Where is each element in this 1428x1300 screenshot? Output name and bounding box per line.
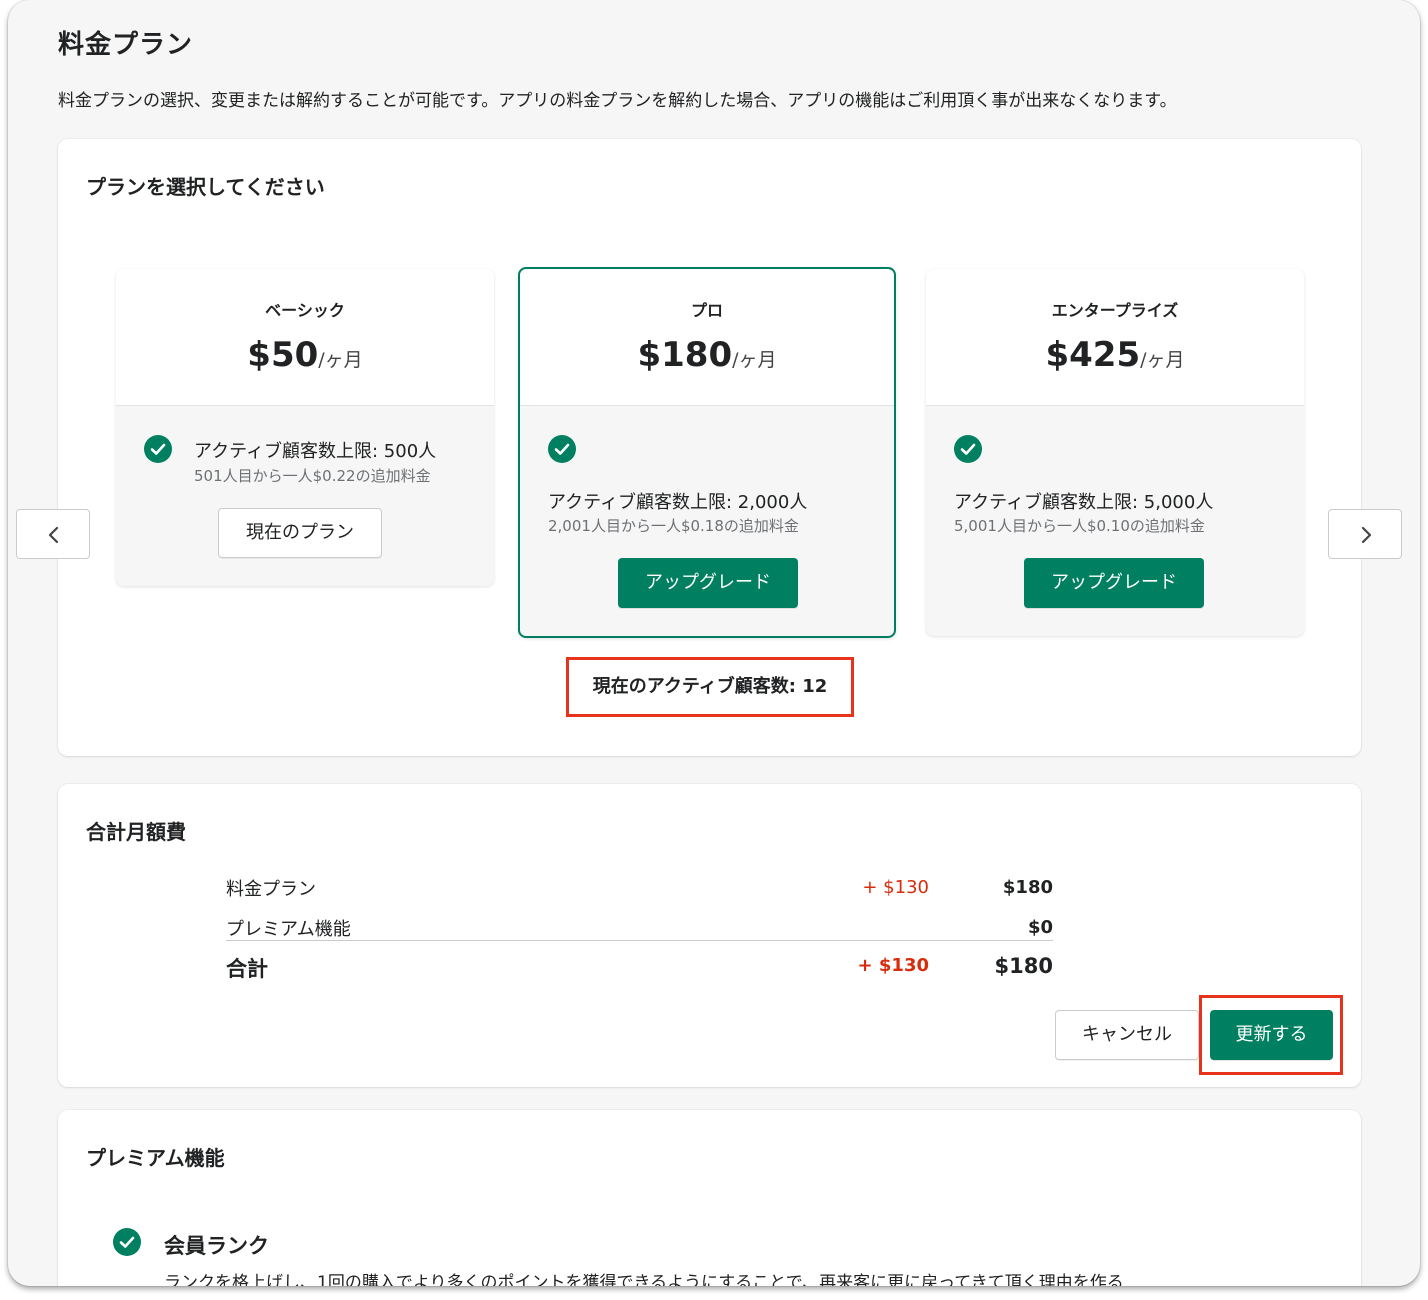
check-circle-icon bbox=[144, 435, 172, 463]
plan-card-basic: ベーシック $50/ヶ月 アクティブ顧客数上限: 500人 501人目から一人$… bbox=[116, 269, 494, 586]
plan-price: $425/ヶ月 bbox=[926, 335, 1304, 375]
prev-plan-button[interactable] bbox=[16, 509, 90, 559]
summary-divider bbox=[226, 940, 1053, 941]
chevron-left-icon bbox=[48, 526, 59, 544]
price-amount: $180 bbox=[637, 335, 733, 375]
next-plan-button[interactable] bbox=[1328, 509, 1402, 559]
plan-header: エンタープライズ $425/ヶ月 bbox=[926, 269, 1304, 406]
summary-total-label: 合計 bbox=[226, 957, 268, 981]
active-customer-count: 現在のアクティブ顧客数: 12 bbox=[566, 657, 854, 717]
premium-feature-description: ランクを格上げし、1回の購入でより多くのポイントを獲得できるようにすることで、再… bbox=[164, 1273, 1124, 1286]
plan-name: エンタープライズ bbox=[1051, 301, 1179, 320]
plan-feature: アクティブ顧客数上限: 5,000人 bbox=[954, 492, 1214, 513]
price-amount: $50 bbox=[247, 335, 319, 375]
summary-total-value: $180 bbox=[994, 954, 1053, 978]
premium-feature-name: 会員ランク bbox=[164, 1234, 269, 1258]
plan-select-title: プランを選択してください bbox=[86, 175, 325, 199]
summary-row-label: 料金プラン bbox=[226, 879, 316, 900]
check-circle-icon bbox=[548, 435, 576, 463]
plan-card-pro: プロ $180/ヶ月 アクティブ顧客数上限: 2,000人 2,001人目から一… bbox=[518, 267, 896, 638]
premium-features-card: プレミアム機能 会員ランク ランクを格上げし、1回の購入でより多くのポイントを獲… bbox=[58, 1110, 1361, 1286]
plan-header: ベーシック $50/ヶ月 bbox=[116, 269, 494, 406]
summary-row-label: プレミアム機能 bbox=[226, 919, 351, 940]
page-description: 料金プランの選択、変更または解約することが可能です。アプリの料金プランを解約した… bbox=[58, 91, 1177, 111]
plan-feature: アクティブ顧客数上限: 500人 bbox=[194, 441, 437, 462]
plan-select-card: プランを選択してください ベーシック $50/ヶ月 アクティブ顧客数上限: 50… bbox=[16, 139, 1402, 756]
app-frame: 料金プラン 料金プランの選択、変更または解約することが可能です。アプリの料金プラ… bbox=[8, 0, 1420, 1286]
price-period: /ヶ月 bbox=[318, 349, 363, 371]
summary-row-diff: + $130 bbox=[862, 877, 929, 898]
summary-total-diff: + $130 bbox=[857, 955, 929, 976]
plan-feature-sub: 501人目から一人$0.22の追加料金 bbox=[194, 467, 431, 485]
monthly-total-card: 合計月額費 料金プラン + $130 $180 プレミアム機能 $0 合計 + … bbox=[58, 784, 1361, 1087]
upgrade-button[interactable]: アップグレード bbox=[618, 558, 798, 608]
plan-feature: アクティブ顧客数上限: 2,000人 bbox=[548, 492, 808, 513]
plan-price: $180/ヶ月 bbox=[520, 335, 894, 375]
cancel-button[interactable]: キャンセル bbox=[1055, 1010, 1199, 1060]
plan-name: ベーシック bbox=[265, 301, 345, 320]
plan-header: プロ $180/ヶ月 bbox=[520, 269, 894, 406]
summary-row-value: $0 bbox=[1027, 917, 1053, 938]
check-circle-icon bbox=[113, 1228, 141, 1256]
page-title: 料金プラン bbox=[58, 30, 194, 60]
plan-card-enterprise: エンタープライズ $425/ヶ月 アクティブ顧客数上限: 5,000人 5,00… bbox=[926, 269, 1304, 636]
plan-price: $50/ヶ月 bbox=[116, 335, 494, 375]
current-plan-button[interactable]: 現在のプラン bbox=[218, 508, 382, 558]
plan-feature-sub: 2,001人目から一人$0.18の追加料金 bbox=[548, 517, 799, 535]
monthly-total-title: 合計月額費 bbox=[86, 820, 186, 844]
update-button[interactable]: 更新する bbox=[1210, 1010, 1333, 1060]
premium-features-title: プレミアム機能 bbox=[86, 1146, 225, 1170]
price-amount: $425 bbox=[1045, 335, 1141, 375]
plan-name: プロ bbox=[690, 301, 723, 320]
check-circle-icon bbox=[954, 435, 982, 463]
price-period: /ヶ月 bbox=[1140, 349, 1185, 371]
price-period: /ヶ月 bbox=[732, 349, 777, 371]
chevron-right-icon bbox=[1361, 526, 1372, 544]
plan-feature-sub: 5,001人目から一人$0.10の追加料金 bbox=[954, 517, 1205, 535]
summary-row-value: $180 bbox=[1002, 877, 1053, 898]
upgrade-button[interactable]: アップグレード bbox=[1024, 558, 1204, 608]
